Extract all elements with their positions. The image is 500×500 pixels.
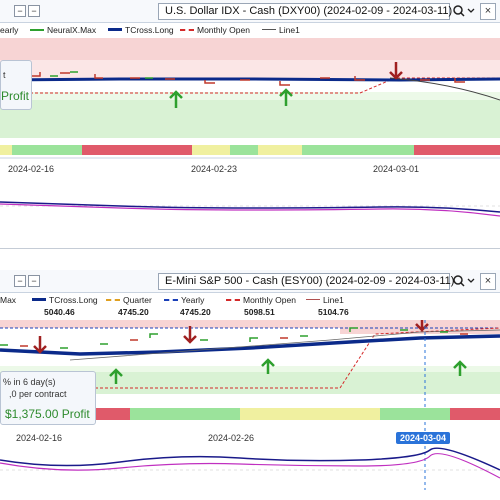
legend-max: Max [0, 295, 17, 305]
symbol-title[interactable]: U.S. Dollar IDX - Cash (DXY00) (2024-02-… [158, 3, 452, 20]
top-chart-pane: − − U.S. Dollar IDX - Cash (DXY00) (2024… [0, 0, 500, 248]
date-label: 2024-02-26 [208, 433, 255, 443]
legend-monthly-open: Monthly Open [180, 23, 250, 37]
collapse-button[interactable]: − [28, 275, 40, 287]
profit-label: Profit [1, 89, 30, 103]
legend-value: 5104.76 [318, 307, 349, 317]
date-label: 2024-02-16 [16, 433, 63, 443]
bottom-chart-pane: − − E-Mini S&P 500 - Cash (ESY00) (2024-… [0, 270, 500, 500]
minimize-button[interactable]: − [14, 275, 26, 287]
search-icon[interactable] [450, 4, 476, 18]
legend-line1: Line1 [262, 23, 300, 37]
search-icon[interactable] [450, 274, 476, 288]
legend-value: 4745.20 [180, 307, 211, 317]
legend-value: 5040.46 [44, 307, 75, 317]
legend-tcross-long: TCross.Long [108, 23, 174, 37]
crosshair-date-label: 2024-03-04 [396, 432, 451, 444]
bottom-trade-info: % in 6 day(s) ,0 per contract $1,375.00 … [0, 371, 96, 425]
close-icon[interactable]: × [480, 273, 496, 290]
legend-neuralx-max: NeuralX.Max [30, 23, 96, 37]
date-label: 2024-03-01 [373, 164, 420, 174]
legend-value: 4745.20 [118, 307, 149, 317]
legend-value: 5098.51 [244, 307, 275, 317]
info-line: % in 6 day(s) [3, 377, 56, 387]
top-chart-header: − − U.S. Dollar IDX - Cash (DXY00) (2024… [0, 0, 500, 23]
pane-divider[interactable] [0, 248, 500, 271]
date-label: 2024-02-16 [8, 164, 55, 174]
info-line: t [3, 70, 6, 80]
symbol-title[interactable]: E-Mini S&P 500 - Cash (ESY00) (2024-02-0… [158, 273, 454, 290]
date-label: 2024-02-23 [191, 164, 238, 174]
profit-label: $1,375.00 Profit [5, 407, 90, 421]
info-line: ,0 per contract [9, 389, 67, 399]
bottom-legend: Max TCross.Long 5040.46 Quarter 4745.20 … [0, 293, 500, 319]
legend-yearly: early [0, 25, 19, 35]
close-icon[interactable]: × [480, 3, 496, 20]
minimize-button[interactable]: − [14, 5, 26, 17]
collapse-button[interactable]: − [28, 5, 40, 17]
bottom-chart-header: − − E-Mini S&P 500 - Cash (ESY00) (2024-… [0, 270, 500, 293]
top-price-chart[interactable] [0, 38, 500, 248]
top-legend: early NeuralX.Max TCross.Long Monthly Op… [0, 23, 500, 37]
top-trade-info: t Profit [0, 60, 32, 110]
